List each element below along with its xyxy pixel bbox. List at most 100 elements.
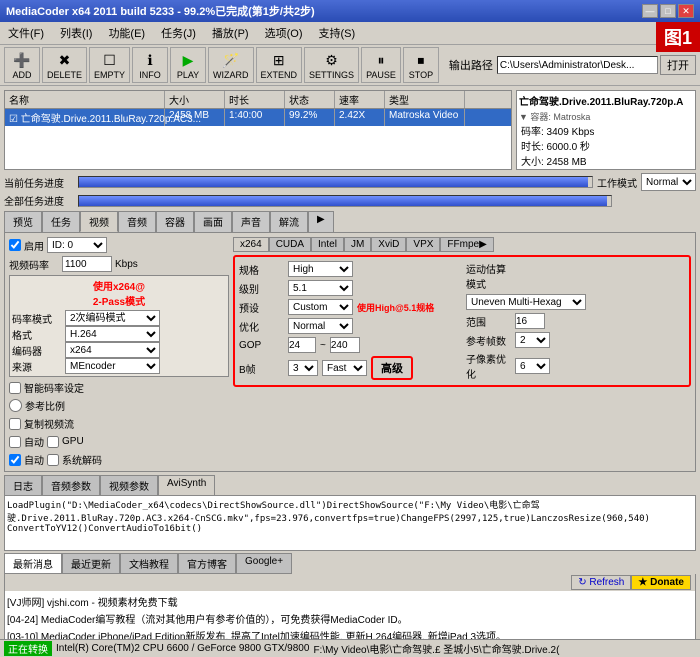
table-row[interactable]: ☑ 亡命驾驶.Drive.2011.BluRay.720p.AC3... 245… <box>5 109 511 126</box>
tab-more[interactable]: ▶ <box>308 211 334 232</box>
advanced-button[interactable]: 高级 <box>371 356 413 380</box>
extend-button[interactable]: ⊞ EXTEND <box>256 47 303 83</box>
menu-bar: 文件(F) 列表(I) 功能(E) 任务(J) 播放(P) 选项(O) 支持(S… <box>0 22 700 45</box>
info-button[interactable]: ℹ INFO <box>132 47 168 83</box>
tab-demux[interactable]: 解流 <box>270 211 308 232</box>
main-tab-bar: 预览 任务 视频 音频 容器 画面 声音 解流 ▶ <box>4 211 696 233</box>
tab-video[interactable]: 视频 <box>80 211 118 232</box>
gpu-checkbox[interactable] <box>47 436 59 448</box>
spec-row: 规格 High Main Baseline <box>239 261 458 277</box>
level-row: 级别 5.1 4.1 3.1 <box>239 280 458 296</box>
tab-log[interactable]: 日志 <box>4 475 42 495</box>
output-path-input[interactable] <box>497 56 658 74</box>
menu-function[interactable]: 功能(E) <box>104 24 149 42</box>
delete-button[interactable]: ✖ DELETE <box>42 47 87 83</box>
maximize-button[interactable]: □ <box>660 4 676 18</box>
tab-updates[interactable]: 最近更新 <box>62 553 120 574</box>
sys-decode-checkbox[interactable] <box>47 454 59 466</box>
play-button[interactable]: ▶ PLAY <box>170 47 206 83</box>
extend-icon: ⊞ <box>267 50 291 70</box>
smart-bitrate-checkbox[interactable] <box>9 382 21 394</box>
bframe-select[interactable]: 3 <box>288 360 318 376</box>
tab-xvid[interactable]: XviD <box>371 237 406 252</box>
tab-task[interactable]: 任务 <box>42 211 80 232</box>
menu-task[interactable]: 任务(J) <box>157 24 200 42</box>
format-select[interactable]: H.264 <box>65 326 160 342</box>
tab-audio[interactable]: 音频 <box>118 211 156 232</box>
enable-checkbox[interactable] <box>9 239 21 251</box>
tab-container[interactable]: 容器 <box>156 211 194 232</box>
tab-preview[interactable]: 预览 <box>4 211 42 232</box>
subpixel-select[interactable]: 6 <box>515 358 550 374</box>
close-button[interactable]: ✕ <box>678 4 694 18</box>
refresh-button[interactable]: ↻ Refresh <box>571 575 631 590</box>
spec-select[interactable]: High Main Baseline <box>288 261 353 277</box>
auto2-checkbox[interactable] <box>9 454 21 466</box>
enable-row: 启用 ID: 0 <box>9 237 229 253</box>
tab-cuda[interactable]: CUDA <box>269 237 311 252</box>
copy-video-checkbox[interactable] <box>9 418 21 430</box>
wizard-button[interactable]: 🪄 WIZARD <box>208 47 254 83</box>
source-label: 来源 <box>12 359 62 374</box>
bframe-label: B帧 <box>239 361 284 376</box>
window-controls[interactable]: — □ ✕ <box>642 4 694 18</box>
motion-select[interactable]: Uneven Multi-Hexag <box>466 294 586 310</box>
col-speed: 速率 <box>335 91 385 108</box>
subpixel-label: 子像素优化 <box>466 351 511 381</box>
auto-checkbox[interactable] <box>9 436 21 448</box>
bframe-mode-select[interactable]: Fast <box>322 360 367 376</box>
settings-button[interactable]: ⚙ SETTINGS <box>304 47 359 83</box>
gop-max-input[interactable] <box>330 337 360 353</box>
source-select[interactable]: MEncoder <box>65 358 160 374</box>
tab-avisynth[interactable]: AviSynth <box>158 475 215 495</box>
empty-button[interactable]: ☐ EMPTY <box>89 47 130 83</box>
col-status: 状态 <box>285 91 335 108</box>
workmode-select[interactable]: Normal Fast <box>641 173 696 191</box>
file-size: 2458 MB <box>165 109 225 126</box>
encoder-select[interactable]: x264 <box>65 342 160 358</box>
menu-play[interactable]: 播放(P) <box>208 24 253 42</box>
optimize-select[interactable]: Normal <box>288 318 353 334</box>
gpu-label: GPU <box>62 436 84 447</box>
tab-docs[interactable]: 文档教程 <box>120 553 178 574</box>
add-button[interactable]: ➕ ADD <box>4 47 40 83</box>
menu-support[interactable]: 支持(S) <box>315 24 360 42</box>
x264-highlight-box: 使用x264@2-Pass模式 码率模式 2次编码模式 格式 H.264 <box>9 275 229 377</box>
bitrate-mode-select[interactable]: 2次编码模式 <box>65 310 160 326</box>
tab-audio-params[interactable]: 音频参数 <box>42 475 100 495</box>
menu-file[interactable]: 文件(F) <box>4 24 48 42</box>
tab-picture[interactable]: 画面 <box>194 211 232 232</box>
minimize-button[interactable]: — <box>642 4 658 18</box>
donate-button[interactable]: ★ Donate <box>631 575 691 590</box>
preset-select[interactable]: Custom Fast <box>288 299 353 315</box>
open-button[interactable]: 打开 <box>660 55 696 75</box>
gop-min-input[interactable] <box>288 337 316 353</box>
col-name: 名称 <box>5 91 165 108</box>
stop-button[interactable]: ⏹ STOP <box>403 47 439 83</box>
tab-googleplus[interactable]: Google+ <box>236 553 292 574</box>
range-input[interactable] <box>515 313 545 329</box>
play-icon: ▶ <box>176 50 200 70</box>
tab-ffmpe[interactable]: FFmpe▶ <box>440 237 493 252</box>
tab-jm[interactable]: JM <box>344 237 371 252</box>
col-duration: 时长 <box>225 91 285 108</box>
tab-sound[interactable]: 声音 <box>232 211 270 232</box>
x264-right: 运动估算模式 Uneven Multi-Hexag 范围 <box>466 261 685 381</box>
enable-label: 启用 <box>24 238 44 253</box>
tab-news[interactable]: 最新消息 <box>4 553 62 574</box>
refframes-select[interactable]: 2 <box>515 332 550 348</box>
preset-label: 预设 <box>239 300 284 315</box>
tab-vpx[interactable]: VPX <box>406 237 440 252</box>
level-select[interactable]: 5.1 4.1 3.1 <box>288 280 353 296</box>
menu-options[interactable]: 选项(O) <box>261 24 307 42</box>
tab-intel[interactable]: Intel <box>311 237 344 252</box>
tab-video-params[interactable]: 视频参数 <box>100 475 158 495</box>
pause-button[interactable]: ⏸ PAUSE <box>361 47 401 83</box>
bitrate-input[interactable] <box>62 256 112 272</box>
tab-blog[interactable]: 官方博客 <box>178 553 236 574</box>
reference-radio[interactable] <box>9 399 22 412</box>
spec-label: 规格 <box>239 262 284 277</box>
id-select[interactable]: ID: 0 <box>47 237 107 253</box>
tab-x264[interactable]: x264 <box>233 237 269 252</box>
menu-list[interactable]: 列表(I) <box>56 24 96 42</box>
